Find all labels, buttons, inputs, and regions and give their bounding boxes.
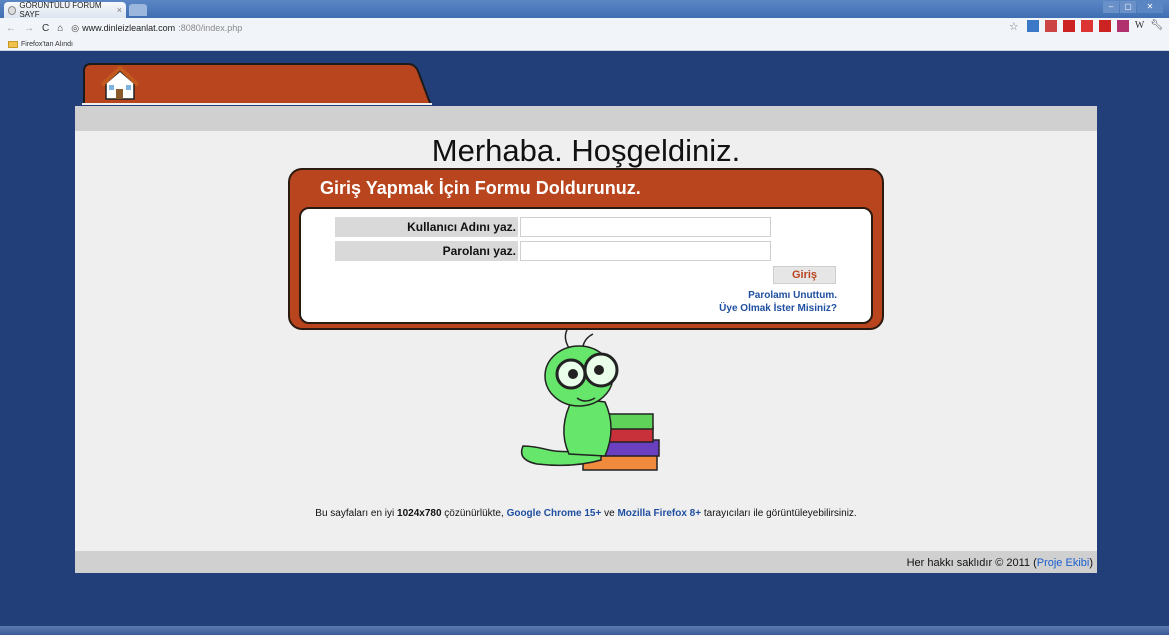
wrench-icon[interactable]: 🔧︎	[1150, 20, 1163, 32]
folder-icon	[8, 40, 18, 48]
forgot-password-link[interactable]: Parolamı Unuttum.	[748, 290, 837, 301]
browser-tab[interactable]: GÖRÜNTÜLÜ FORUM SAYF ×	[4, 1, 126, 19]
extension-icon[interactable]	[1098, 20, 1111, 32]
extension-icon[interactable]	[1062, 20, 1075, 32]
page-title: Merhaba. Hoşgeldiniz.	[431, 133, 741, 168]
bookworm-mascot-image	[520, 329, 660, 471]
extension-icon[interactable]	[1026, 20, 1039, 32]
username-row: Kullanıcı Adını yaz.	[335, 217, 771, 237]
extension-icon[interactable]	[1116, 20, 1129, 32]
home-icon[interactable]: ⌂	[57, 23, 63, 34]
new-tab-button[interactable]	[129, 4, 147, 16]
site-info-icon[interactable]: ◎	[71, 23, 79, 34]
note-text-2: çözünürlükte,	[441, 508, 507, 519]
close-window-button[interactable]: ✕	[1137, 1, 1163, 13]
url-path: :8080/index.php	[178, 23, 243, 33]
register-link[interactable]: Üye Olmak İster Misiniz?	[719, 303, 837, 314]
note-text-3: ve	[601, 508, 618, 519]
copyright-text: Her hakkı saklıdır © 2011 (	[906, 557, 1037, 569]
content-frame: Merhaba. Hoşgeldiniz. Giriş Yapmak İçin …	[75, 106, 1097, 573]
title-bar: GÖRÜNTÜLÜ FORUM SAYF × – ▢ ✕	[0, 0, 1169, 19]
extension-icon[interactable]	[1080, 20, 1093, 32]
reload-icon[interactable]: C	[42, 23, 49, 34]
login-form: Kullanıcı Adını yaz. Parolanı yaz. Giriş…	[299, 207, 873, 324]
login-panel: Giriş Yapmak İçin Formu Doldurunuz. Kull…	[288, 168, 884, 330]
bookmark-star-icon[interactable]: ☆	[1009, 20, 1021, 33]
password-row: Parolanı yaz.	[335, 241, 771, 261]
page-favicon-icon	[8, 5, 17, 15]
note-text-4: tarayıcıları ile görüntüleyebilirsiniz.	[701, 508, 857, 519]
bookmarks-bar: Firefox'tan Alındı	[0, 38, 1169, 51]
tab-close-icon[interactable]: ×	[117, 5, 122, 15]
tab-title: GÖRÜNTÜLÜ FORUM SAYF	[19, 1, 102, 19]
os-taskbar	[0, 626, 1169, 635]
note-text-1: Bu sayfaları en iyi	[315, 508, 398, 519]
password-label: Parolanı yaz.	[335, 241, 518, 261]
address-bar[interactable]: ◎ www.dinleizleanlat.com:8080/index.php	[71, 23, 242, 34]
extension-icon[interactable]	[1044, 20, 1057, 32]
project-team-link[interactable]: Proje Ekibi	[1037, 557, 1090, 569]
url-host: www.dinleizleanlat.com	[82, 23, 176, 33]
footer-bar: Her hakkı saklıdır © 2011 (Proje Ekibi)	[75, 551, 1097, 573]
note-resolution: 1024x780	[397, 508, 442, 519]
frame-header-bar	[75, 106, 1097, 131]
username-label: Kullanıcı Adını yaz.	[335, 217, 518, 237]
login-button[interactable]: Giriş	[773, 266, 836, 284]
home-tab[interactable]	[82, 63, 432, 105]
window-controls: – ▢ ✕	[1103, 1, 1163, 13]
back-icon[interactable]: ←	[6, 23, 16, 34]
chrome-link[interactable]: Google Chrome 15+	[507, 508, 602, 519]
browser-recommendation-note: Bu sayfaları en iyi 1024x780 çözünürlükt…	[75, 508, 1097, 519]
copyright-close: )	[1089, 557, 1093, 569]
extension-icons: ☆ W 🔧︎	[1009, 20, 1163, 33]
browser-toolbar: ← → C ⌂ ◎ www.dinleizleanlat.com:8080/in…	[0, 18, 1169, 38]
password-input[interactable]	[520, 241, 771, 261]
bookmark-folder[interactable]: Firefox'tan Alındı	[21, 41, 73, 48]
login-title: Giriş Yapmak İçin Formu Doldurunuz.	[320, 178, 641, 198]
username-input[interactable]	[520, 217, 771, 237]
maximize-button[interactable]: ▢	[1120, 1, 1136, 13]
forward-icon[interactable]: →	[24, 23, 34, 34]
firefox-link[interactable]: Mozilla Firefox 8+	[617, 508, 701, 519]
wikipedia-icon[interactable]: W	[1135, 20, 1144, 32]
minimize-button[interactable]: –	[1103, 1, 1119, 13]
